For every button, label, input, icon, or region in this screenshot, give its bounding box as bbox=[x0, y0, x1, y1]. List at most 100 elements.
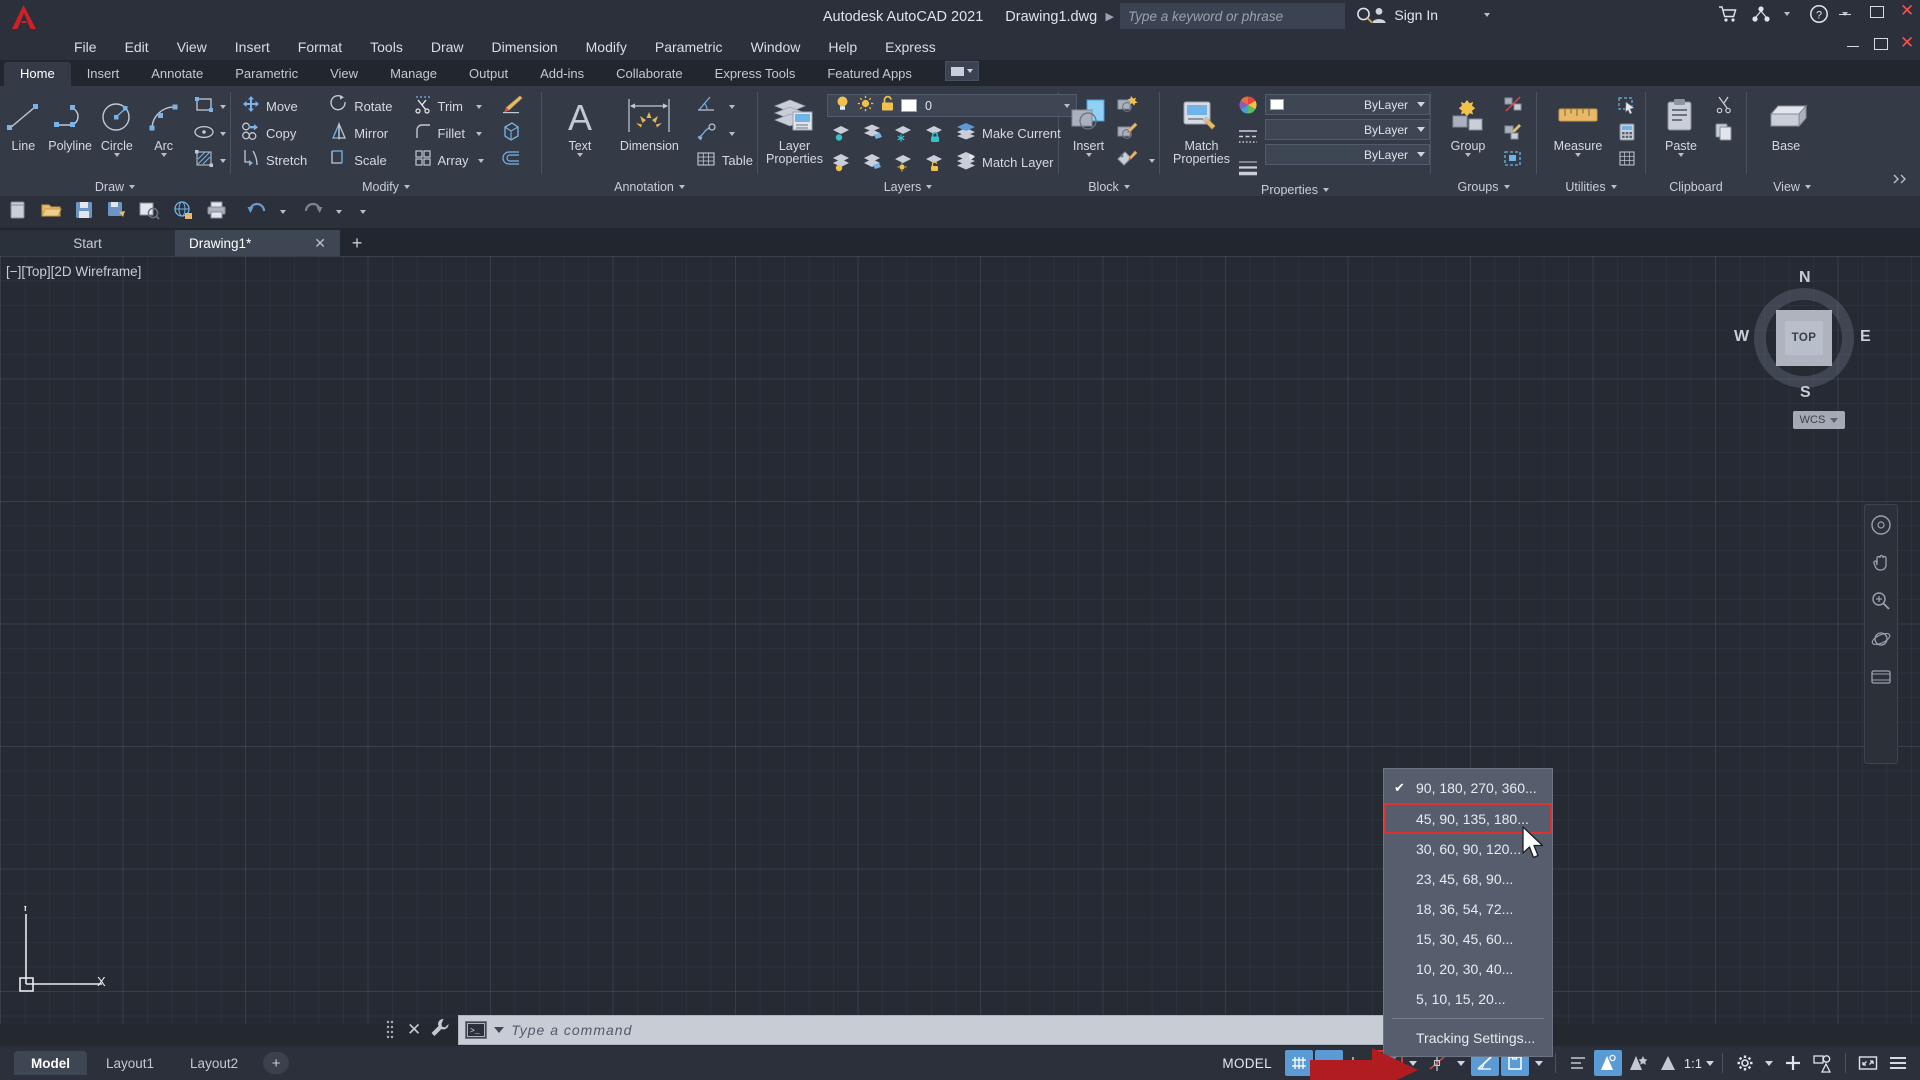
insert-chevron-down-icon[interactable] bbox=[1085, 153, 1092, 157]
save-icon[interactable] bbox=[74, 200, 94, 225]
file-tab-drawing1[interactable]: Drawing1* ✕ bbox=[175, 230, 340, 256]
layer-on-icon[interactable] bbox=[827, 149, 855, 175]
orbit-icon[interactable] bbox=[1868, 627, 1894, 651]
object-color-dropdown[interactable]: ByLayer bbox=[1265, 94, 1430, 115]
sign-in-chevron-down-icon[interactable] bbox=[1484, 13, 1490, 17]
clean-screen-button[interactable] bbox=[1854, 1050, 1882, 1076]
annotation-scale-add-button[interactable] bbox=[1624, 1050, 1652, 1076]
point-style-button[interactable] bbox=[1613, 148, 1641, 173]
panel-label-draw[interactable]: Draw bbox=[0, 177, 230, 196]
panel-label-properties[interactable]: Properties bbox=[1160, 183, 1430, 197]
isolate-objects-button[interactable] bbox=[1779, 1050, 1807, 1076]
draw-line-button[interactable]: Line bbox=[0, 92, 47, 153]
ellipse-chevron-down-icon[interactable] bbox=[220, 131, 226, 136]
command-history-chevron-down-icon[interactable] bbox=[494, 1027, 505, 1033]
angular-chevron-down-icon[interactable] bbox=[728, 104, 735, 109]
ribbon-expand-arrows-icon[interactable] bbox=[1892, 172, 1912, 191]
tab-home[interactable]: Home bbox=[4, 62, 71, 86]
annotation-table-button[interactable]: Table bbox=[691, 148, 757, 173]
measure-button[interactable]: Measure bbox=[1543, 92, 1613, 157]
menu-item-modify[interactable]: Modify bbox=[572, 39, 641, 55]
menu-item-angle-15[interactable]: 15, 30, 45, 60... bbox=[1384, 924, 1552, 954]
saveas-icon[interactable] bbox=[106, 200, 126, 225]
annotation-visibility-button[interactable] bbox=[1564, 1050, 1592, 1076]
file-tab-start[interactable]: Start bbox=[0, 230, 175, 256]
viewport-label[interactable]: [−][Top][2D Wireframe] bbox=[6, 264, 141, 279]
annotation-monitor-button[interactable] bbox=[1654, 1050, 1682, 1076]
modify-move-button[interactable]: Move bbox=[237, 94, 311, 119]
block-insert-button[interactable]: Insert bbox=[1065, 92, 1112, 157]
layer-unisolate-icon[interactable] bbox=[858, 120, 886, 146]
linetype-icon[interactable] bbox=[1237, 126, 1259, 152]
layout-tab-model[interactable]: Model bbox=[14, 1051, 87, 1075]
draw-circle-button[interactable]: Circle bbox=[94, 92, 141, 157]
menu-item-format[interactable]: Format bbox=[284, 39, 356, 55]
panel-layers-expand-icon[interactable] bbox=[926, 184, 933, 189]
menu-item-window[interactable]: Window bbox=[737, 39, 815, 55]
help-icon[interactable]: ? bbox=[1809, 4, 1829, 24]
menu-item-edit[interactable]: Edit bbox=[111, 39, 163, 55]
undo-icon[interactable] bbox=[246, 200, 268, 225]
new-icon[interactable] bbox=[8, 200, 28, 225]
modify-mirror-button[interactable]: Mirror bbox=[325, 121, 396, 146]
tab-output[interactable]: Output bbox=[453, 62, 524, 86]
circle-chevron-down-icon[interactable] bbox=[113, 153, 120, 157]
tab-view[interactable]: View bbox=[314, 62, 374, 86]
grid-display-button[interactable] bbox=[1284, 1050, 1313, 1076]
panel-label-clipboard[interactable]: Clipboard bbox=[1646, 177, 1746, 196]
panel-modify-expand-icon[interactable] bbox=[403, 184, 410, 189]
annotation-dimension-button[interactable]: Dimension bbox=[610, 92, 689, 153]
workspace-switching-button[interactable] bbox=[1731, 1050, 1759, 1076]
modify-copy-button[interactable]: Copy bbox=[237, 121, 311, 146]
edit-attribute-chevron-down-icon[interactable] bbox=[1149, 158, 1155, 163]
minimize-button[interactable] bbox=[1838, 4, 1852, 18]
lineweight-dropdown[interactable]: ByLayer bbox=[1265, 144, 1430, 165]
search-expand-icon[interactable]: ▶ bbox=[1106, 10, 1114, 23]
modify-fillet-button[interactable]: Fillet bbox=[409, 121, 488, 146]
new-layout-button[interactable]: + bbox=[263, 1052, 290, 1074]
layer-properties-button[interactable]: Layer Properties bbox=[766, 92, 823, 166]
pan-icon[interactable] bbox=[1868, 551, 1894, 575]
view-cube-east-label[interactable]: E bbox=[1860, 328, 1871, 346]
layer-isolate-icon[interactable] bbox=[827, 120, 855, 146]
paste-chevron-down-icon[interactable] bbox=[1678, 153, 1684, 157]
panel-label-layers[interactable]: Layers bbox=[758, 177, 1058, 196]
menu-item-angle-23[interactable]: 23, 45, 68, 90... bbox=[1384, 864, 1552, 894]
lineweight-chevron-down-icon[interactable] bbox=[1534, 1060, 1543, 1066]
draw-hatch-button[interactable] bbox=[189, 148, 230, 173]
undo-chevron-down-icon[interactable] bbox=[280, 210, 286, 214]
drawing-canvas[interactable]: [−][Top][2D Wireframe] TOP N S W E WCS Y… bbox=[0, 256, 1920, 1024]
doc-minimize-button[interactable] bbox=[1846, 36, 1860, 50]
group-button[interactable]: Group bbox=[1437, 92, 1499, 157]
draw-ellipse-button[interactable] bbox=[189, 121, 230, 146]
layout-tab-layout1[interactable]: Layout1 bbox=[89, 1051, 171, 1075]
layer-make-current-button[interactable]: Make Current bbox=[951, 121, 1065, 146]
doc-close-button[interactable]: ✕ bbox=[1900, 34, 1914, 51]
menu-item-insert[interactable]: Insert bbox=[221, 39, 284, 55]
panel-draw-expand-icon[interactable] bbox=[129, 184, 136, 189]
redo-chevron-down-icon[interactable] bbox=[336, 210, 342, 214]
ribbon-display-options[interactable] bbox=[945, 61, 979, 81]
modify-explode-button[interactable] bbox=[496, 121, 528, 146]
modify-scale-button[interactable]: Scale bbox=[325, 148, 396, 173]
customization-button[interactable] bbox=[1884, 1050, 1912, 1076]
modify-stretch-button[interactable]: Stretch bbox=[237, 148, 311, 173]
menu-item-view[interactable]: View bbox=[163, 39, 221, 55]
menu-item-parametric[interactable]: Parametric bbox=[641, 39, 737, 55]
view-cube-west-label[interactable]: W bbox=[1734, 328, 1749, 346]
object-color-chevron-down-icon[interactable] bbox=[1417, 102, 1425, 107]
view-cube-face[interactable]: TOP bbox=[1776, 310, 1832, 366]
hatch-chevron-down-icon[interactable] bbox=[220, 158, 226, 163]
lightbulb-on-icon[interactable] bbox=[834, 95, 851, 117]
layer-match-button[interactable]: Match Layer bbox=[951, 150, 1058, 175]
panel-label-modify[interactable]: Modify bbox=[231, 177, 541, 196]
menu-item-express[interactable]: Express bbox=[871, 39, 950, 55]
layout-tab-layout2[interactable]: Layout2 bbox=[173, 1051, 255, 1075]
tab-manage[interactable]: Manage bbox=[374, 62, 453, 86]
tab-express-tools[interactable]: Express Tools bbox=[699, 62, 812, 86]
annotation-angular-button[interactable] bbox=[691, 94, 757, 119]
workspace-chevron-down-icon[interactable] bbox=[1765, 1060, 1773, 1066]
redo-icon[interactable] bbox=[302, 200, 324, 225]
group-selection-button[interactable] bbox=[1499, 148, 1527, 173]
block-edit-attribute-button[interactable] bbox=[1112, 148, 1159, 173]
